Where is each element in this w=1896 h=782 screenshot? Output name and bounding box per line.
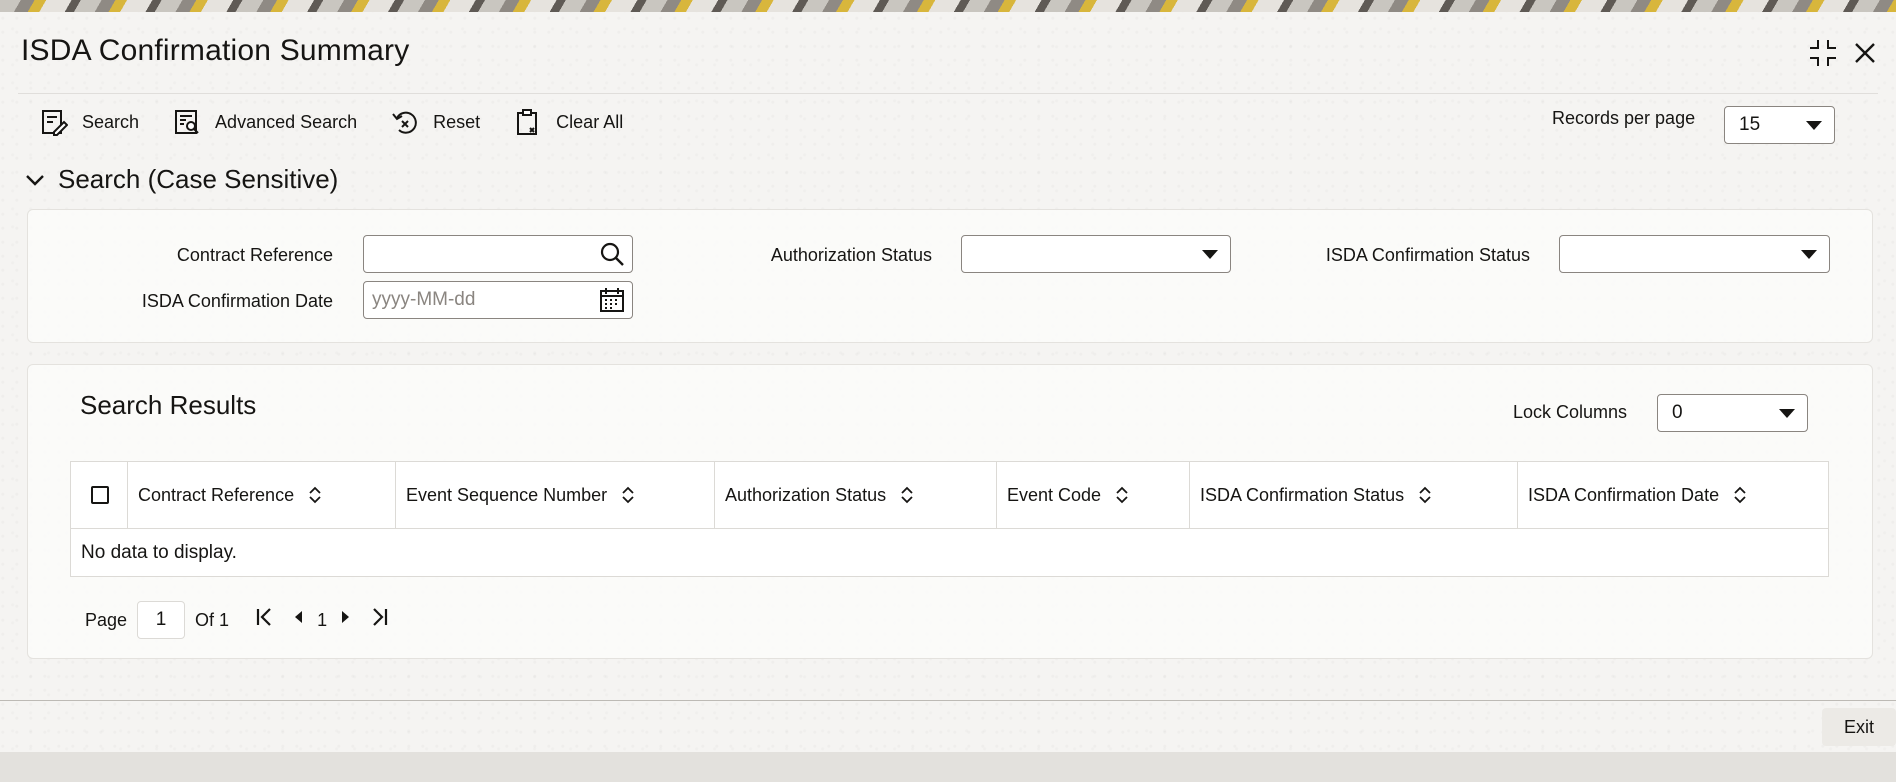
contract-reference-input[interactable] — [363, 235, 633, 273]
column-header-isda-confirmation-date[interactable]: ISDA Confirmation Date — [1518, 462, 1828, 528]
chevron-down-icon — [26, 174, 44, 186]
isda-confirmation-date-input[interactable]: yyyy-MM-dd — [363, 281, 633, 319]
table-header-row: Contract Reference Event Sequence Number… — [71, 462, 1828, 529]
window-controls — [1808, 38, 1878, 73]
column-header-authorization-status[interactable]: Authorization Status — [715, 462, 997, 528]
clear-all-button-label: Clear All — [556, 111, 624, 132]
clipboard-icon — [517, 109, 538, 135]
records-per-page-label: Records per page — [1552, 108, 1696, 128]
clear-all-button[interactable]: Clear All — [514, 108, 623, 136]
previous-page-icon[interactable] — [285, 607, 311, 633]
header-banner — [0, 0, 1896, 12]
pagination: Page 1 Of 1 1 — [85, 601, 395, 639]
contract-reference-label: Contract Reference — [176, 245, 333, 265]
reset-icon — [392, 111, 417, 134]
authorization-status-label: Authorization Status — [770, 245, 932, 265]
page-label: Page — [85, 609, 128, 630]
toolbar: Search Advanced Search Reset Clear All — [40, 108, 623, 136]
footer-bar — [0, 752, 1896, 782]
sort-icon[interactable] — [621, 486, 635, 504]
calendar-icon[interactable] — [598, 286, 626, 314]
column-header-event-code[interactable]: Event Code — [997, 462, 1190, 528]
page-number-value: 1 — [155, 609, 167, 630]
records-per-page-select[interactable]: 15 — [1724, 106, 1835, 144]
sort-icon[interactable] — [1733, 486, 1747, 504]
empty-table-message: No data to display. — [81, 541, 237, 563]
search-section-toggle[interactable]: Search (Case Sensitive) — [24, 164, 338, 195]
column-header-label: Authorization Status — [725, 484, 887, 505]
isda-confirmation-date-placeholder: yyyy-MM-dd — [372, 289, 476, 310]
chevron-down-icon — [1202, 250, 1218, 259]
column-header-label: Event Sequence Number — [406, 484, 608, 505]
column-header-label: Contract Reference — [138, 484, 295, 505]
search-criteria-panel: Contract Reference Authorization Status … — [27, 209, 1873, 343]
chevron-down-icon — [1806, 121, 1822, 130]
authorization-status-select[interactable] — [961, 235, 1231, 273]
chevron-down-icon — [1779, 409, 1795, 418]
page-title: ISDA Confirmation Summary — [21, 34, 410, 67]
column-header-label: ISDA Confirmation Status — [1200, 484, 1405, 505]
search-icon[interactable] — [598, 240, 626, 268]
isda-confirmation-status-label: ISDA Confirmation Status — [1325, 245, 1530, 265]
search-section-title: Search (Case Sensitive) — [58, 164, 339, 194]
sort-icon[interactable] — [1115, 486, 1129, 504]
column-header-contract-reference[interactable]: Contract Reference — [128, 462, 396, 528]
search-button-label: Search — [82, 111, 140, 132]
page-number-input[interactable]: 1 — [137, 601, 186, 639]
page-total-label: Of 1 — [195, 609, 230, 630]
isda-confirmation-status-select[interactable] — [1559, 235, 1830, 273]
search-icon — [42, 110, 68, 136]
footer-divider — [0, 700, 1896, 701]
advanced-search-icon — [175, 110, 199, 134]
close-icon[interactable] — [1852, 38, 1878, 73]
isda-confirmation-date-label: ISDA Confirmation Date — [141, 291, 333, 311]
advanced-search-button[interactable]: Advanced Search — [173, 108, 357, 136]
last-page-icon[interactable] — [365, 607, 395, 633]
column-header-event-sequence-number[interactable]: Event Sequence Number — [396, 462, 715, 528]
first-page-icon[interactable] — [249, 607, 279, 633]
column-header-label: ISDA Confirmation Date — [1528, 484, 1720, 505]
search-button[interactable]: Search — [40, 108, 139, 136]
column-header-isda-confirmation-status[interactable]: ISDA Confirmation Status — [1190, 462, 1518, 528]
reset-button[interactable]: Reset — [391, 108, 480, 136]
select-all-checkbox[interactable] — [91, 486, 109, 504]
column-header-label: Event Code — [1007, 484, 1102, 505]
sort-icon[interactable] — [308, 486, 322, 504]
results-table: Contract Reference Event Sequence Number… — [70, 461, 1829, 577]
advanced-search-button-label: Advanced Search — [215, 111, 358, 132]
exit-button[interactable]: Exit — [1822, 708, 1896, 746]
lock-columns-label: Lock Columns — [1513, 402, 1628, 422]
lock-columns-value: 0 — [1672, 402, 1683, 423]
sort-icon[interactable] — [900, 486, 914, 504]
next-page-icon[interactable] — [333, 607, 359, 633]
minimize-icon[interactable] — [1808, 38, 1838, 73]
header-divider — [18, 93, 1878, 94]
lock-columns-select[interactable]: 0 — [1657, 394, 1808, 432]
search-results-title: Search Results — [80, 390, 257, 420]
reset-button-label: Reset — [433, 111, 481, 132]
chevron-down-icon — [1801, 250, 1817, 259]
records-per-page-value: 15 — [1739, 114, 1761, 135]
current-page-number: 1 — [317, 609, 328, 630]
select-all-cell — [71, 462, 128, 528]
sort-icon[interactable] — [1418, 486, 1432, 504]
